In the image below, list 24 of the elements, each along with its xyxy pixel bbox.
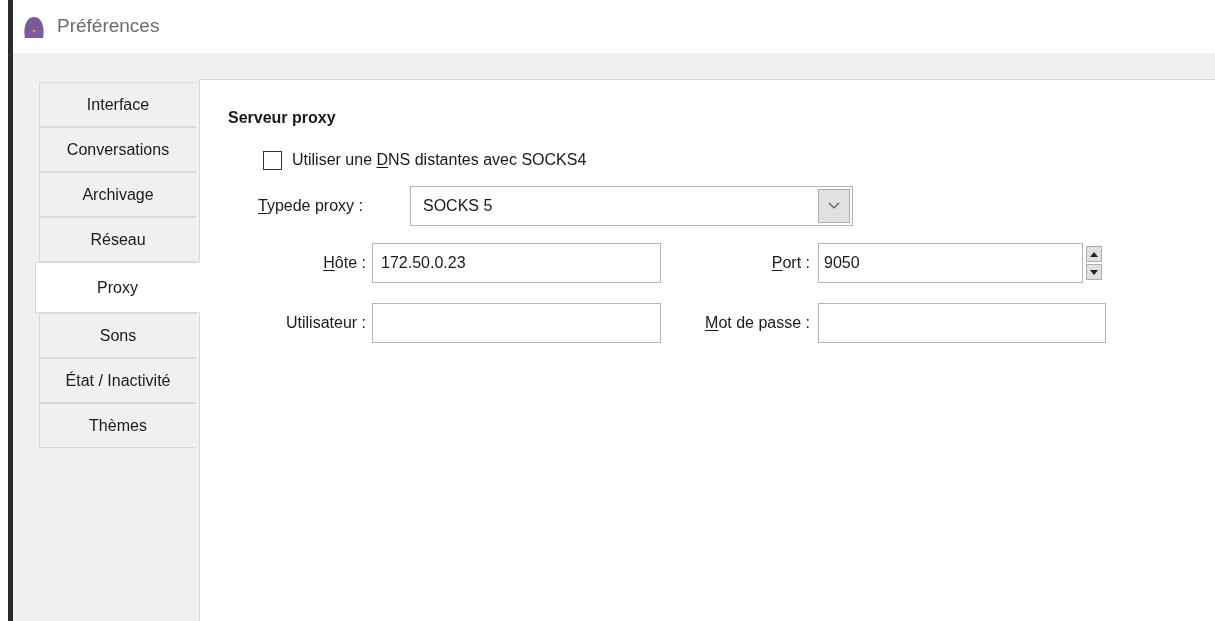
tab[interactable]: Archivage — [39, 172, 196, 217]
checkbox[interactable] — [263, 150, 282, 170]
tab[interactable]: Sons — [39, 313, 196, 358]
section-heading: Serveur proxy — [228, 108, 337, 128]
tab[interactable]: Réseau — [39, 217, 196, 262]
host-field[interactable]: 172.50.0.23 — [372, 243, 661, 283]
arrow-up-icon — [1090, 251, 1098, 257]
field-label: Utilisateur : — [285, 313, 366, 333]
user-field[interactable] — [372, 303, 661, 343]
window-title: Préférences — [57, 14, 160, 39]
proxy-type-dropdown[interactable]: SOCKS 5 — [410, 186, 853, 226]
field-label: Typede proxy : — [258, 196, 364, 216]
tab[interactable]: Conversations — [39, 127, 196, 172]
tab[interactable]: Proxy — [35, 262, 200, 313]
field-label: Hôte : — [323, 253, 366, 273]
password-field[interactable] — [818, 303, 1106, 343]
tab[interactable]: Interface — [39, 82, 196, 127]
tab[interactable]: Thèmes — [39, 403, 196, 448]
field-label: Mot de passe : — [705, 313, 810, 333]
checkbox-label: Utiliser une DNS distantes avec SOCKS4 — [292, 150, 587, 170]
field-label: Port : — [771, 253, 810, 273]
tab[interactable]: État / Inactivité — [39, 358, 196, 403]
arrow-down-icon — [1090, 269, 1098, 275]
chevron-down-icon — [828, 202, 840, 210]
